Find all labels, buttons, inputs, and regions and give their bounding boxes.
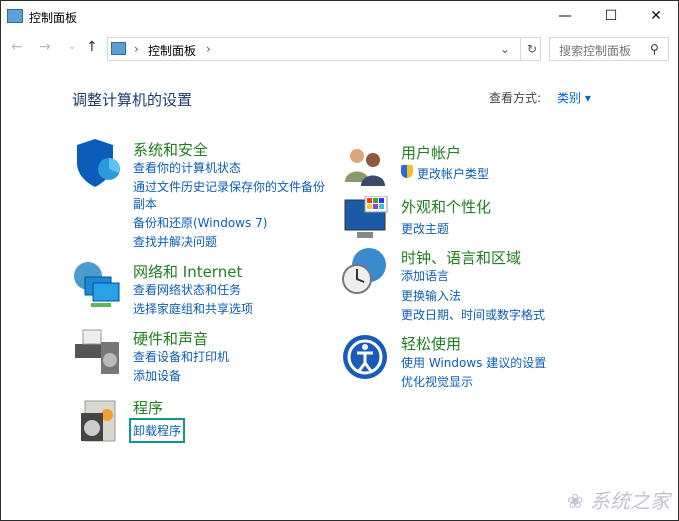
clock-globe-icon <box>342 248 386 294</box>
search-input[interactable]: 搜索控制面板 <box>559 42 631 59</box>
link-troubleshoot[interactable]: 查找并解决问题 <box>133 233 217 250</box>
recent-locations-button[interactable]: ⌄ <box>68 41 76 52</box>
address-bar[interactable]: › 控制面板 › ⌄ ↻ <box>107 37 541 61</box>
link-backup-restore[interactable]: 备份和还原(Windows 7) <box>133 214 267 231</box>
refresh-button[interactable]: ↻ <box>520 38 537 60</box>
link-add-device[interactable]: 添加设备 <box>133 367 181 384</box>
search-icon[interactable]: ⚲ <box>650 42 659 56</box>
link-network-status[interactable]: 查看网络状态和任务 <box>133 281 241 298</box>
category-title[interactable]: 程序 <box>133 397 163 418</box>
back-button[interactable]: ← <box>11 39 23 55</box>
watermark-logo: ❀ 系统之家 <box>566 489 670 513</box>
users-icon <box>345 149 385 186</box>
search-box[interactable]: 搜索控制面板 ⚲ <box>549 37 669 61</box>
network-icon <box>74 262 120 307</box>
link-uninstall-program[interactable]: 卸载程序 <box>128 418 186 443</box>
link-recommended-settings[interactable]: 使用 Windows 建议的设置 <box>401 354 546 371</box>
view-by-label: 查看方式: <box>489 91 542 105</box>
shield-icon <box>77 139 120 187</box>
control-panel-icon <box>111 42 126 55</box>
category-title[interactable]: 网络和 Internet <box>133 261 242 282</box>
title-bar: 控制面板 — ☐ ✕ <box>1 1 678 33</box>
link-change-input-method[interactable]: 更换输入法 <box>401 287 461 304</box>
link-view-computer-status[interactable]: 查看你的计算机状态 <box>133 159 241 176</box>
link-change-date-time-format[interactable]: 更改日期、时间或数字格式 <box>401 306 545 323</box>
navigation-bar: ← → ⌄ ↑ › 控制面板 › ⌄ ↻ 搜索控制面板 ⚲ <box>1 37 678 61</box>
category-title[interactable]: 用户帐户 <box>401 142 461 163</box>
link-homegroup[interactable]: 选择家庭组和共享选项 <box>133 300 253 317</box>
close-button[interactable]: ✕ <box>633 1 679 31</box>
forward-button[interactable]: → <box>39 39 51 55</box>
category-title[interactable]: 轻松使用 <box>401 333 461 354</box>
up-button[interactable]: ↑ <box>86 39 98 55</box>
link-change-theme[interactable]: 更改主题 <box>401 220 449 237</box>
breadcrumb-control-panel[interactable]: 控制面板 <box>148 42 196 59</box>
control-panel-icon <box>7 9 23 23</box>
control-panel-window: 控制面板 — ☐ ✕ ← → ⌄ ↑ › 控制面板 › ⌄ ↻ 搜索控制面板 ⚲… <box>0 0 679 521</box>
window-title: 控制面板 <box>29 11 78 25</box>
link-optimize-visual-display[interactable]: 优化视觉显示 <box>401 373 473 390</box>
page-title: 调整计算机的设置 <box>72 91 193 109</box>
link-file-history[interactable]: 通过文件历史记录保存你的文件备份 <box>133 178 325 195</box>
maximize-button[interactable]: ☐ <box>588 1 634 31</box>
printer-speaker-icon <box>75 329 119 374</box>
uac-shield-icon <box>401 165 413 178</box>
programs-icon <box>81 400 116 442</box>
minimize-button[interactable]: — <box>542 1 588 31</box>
address-dropdown-button[interactable]: ⌄ <box>500 42 510 56</box>
link-change-account-type[interactable]: 更改帐户类型 <box>417 165 489 182</box>
link-devices-printers[interactable]: 查看设备和打印机 <box>133 348 229 365</box>
category-title[interactable]: 时钟、语言和区域 <box>401 247 521 268</box>
category-title[interactable]: 外观和个性化 <box>401 196 491 217</box>
category-title[interactable]: 系统和安全 <box>133 139 208 160</box>
link-add-language[interactable]: 添加语言 <box>401 267 449 284</box>
link-file-history-cont[interactable]: 副本 <box>133 195 157 212</box>
ease-of-access-icon <box>343 335 387 379</box>
personalization-icon <box>344 196 388 238</box>
breadcrumb-separator[interactable]: › <box>206 42 211 56</box>
view-by-dropdown[interactable]: 类别 ▾ <box>557 89 591 106</box>
breadcrumb-separator[interactable]: › <box>134 42 139 56</box>
category-title[interactable]: 硬件和声音 <box>133 328 208 349</box>
